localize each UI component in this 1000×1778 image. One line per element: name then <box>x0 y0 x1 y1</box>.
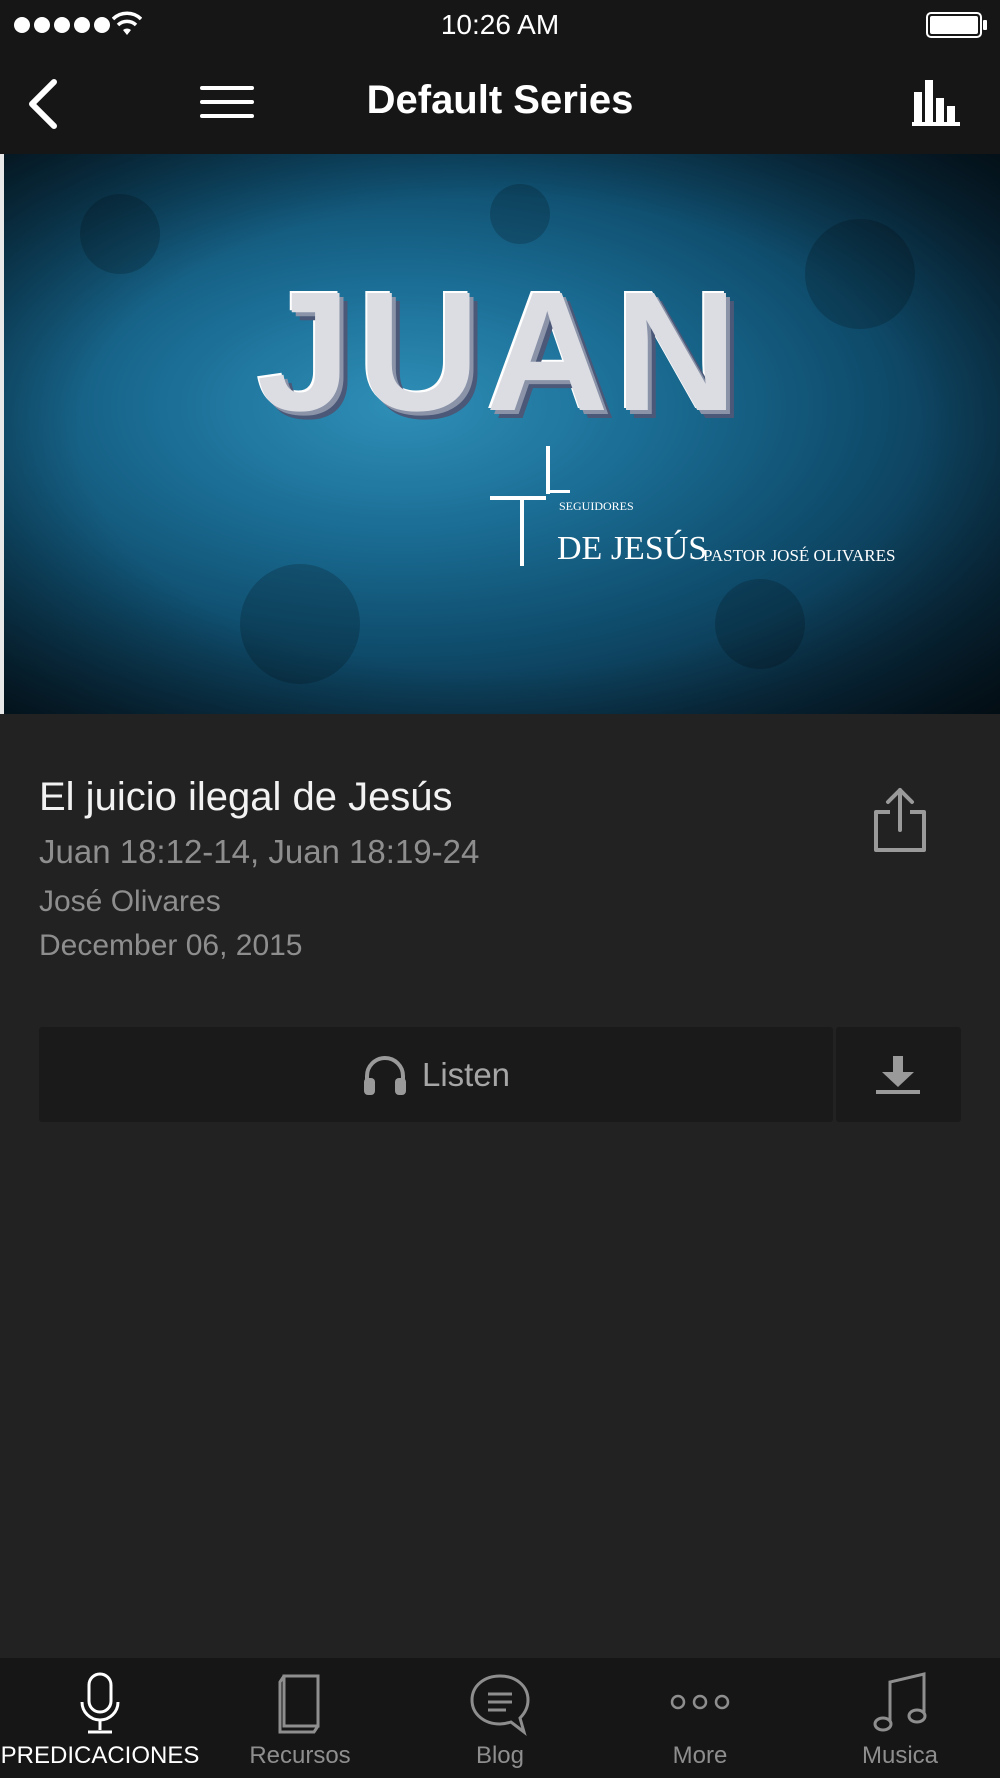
battery-icon <box>926 12 987 38</box>
sermon-date: December 06, 2015 <box>39 929 303 962</box>
music-note-icon <box>873 1672 927 1732</box>
artwork-pastor: PASTOR JOSÉ OLIVARES <box>703 546 896 565</box>
tab-predicaciones[interactable]: PREDICACIONES <box>0 1658 200 1778</box>
download-icon <box>876 1056 920 1094</box>
artwork-small-text: SEGUIDORES <box>559 499 634 513</box>
share-icon[interactable] <box>872 786 928 854</box>
tab-label: PREDICACIONES <box>0 1742 200 1769</box>
navigation-bar: Default Series <box>0 50 1000 154</box>
microphone-icon <box>80 1672 120 1734</box>
headphones-icon <box>363 1055 406 1095</box>
listen-button[interactable]: Listen <box>39 1027 833 1122</box>
page-title: Default Series <box>366 78 634 122</box>
status-bar: 10:26 AM <box>0 0 1000 50</box>
download-button[interactable] <box>836 1027 961 1122</box>
artwork-title: JUAN <box>256 257 744 447</box>
tab-label: Recursos <box>249 1742 351 1769</box>
tab-bar: PREDICACIONES Recursos Blog More Musica <box>0 1658 1000 1778</box>
tab-label: More <box>672 1742 728 1769</box>
tab-more[interactable]: More <box>600 1658 800 1778</box>
more-dots-icon <box>670 1694 730 1710</box>
tab-label: Musica <box>861 1742 939 1769</box>
sermon-passage: Juan 18:12-14, Juan 18:19-24 <box>39 833 480 870</box>
book-icon <box>278 1674 320 1734</box>
sermon-title: El juicio ilegal de Jesús <box>39 775 453 819</box>
tab-label: Blog <box>475 1742 525 1769</box>
status-time: 10:26 AM <box>440 9 560 40</box>
listen-label: Listen <box>421 1055 511 1093</box>
chat-bubble-icon <box>470 1674 530 1736</box>
bar-chart-icon[interactable] <box>912 78 962 128</box>
tab-recursos[interactable]: Recursos <box>200 1658 400 1778</box>
sermon-speaker: José Olivares <box>39 885 221 918</box>
tab-musica[interactable]: Musica <box>800 1658 1000 1778</box>
series-artwork: JUAN SEGUIDORES DE JESÚS PASTOR JOSÉ OLI… <box>0 154 1000 714</box>
tab-blog[interactable]: Blog <box>400 1658 600 1778</box>
artwork-brand: DE JESÚS <box>557 530 708 567</box>
